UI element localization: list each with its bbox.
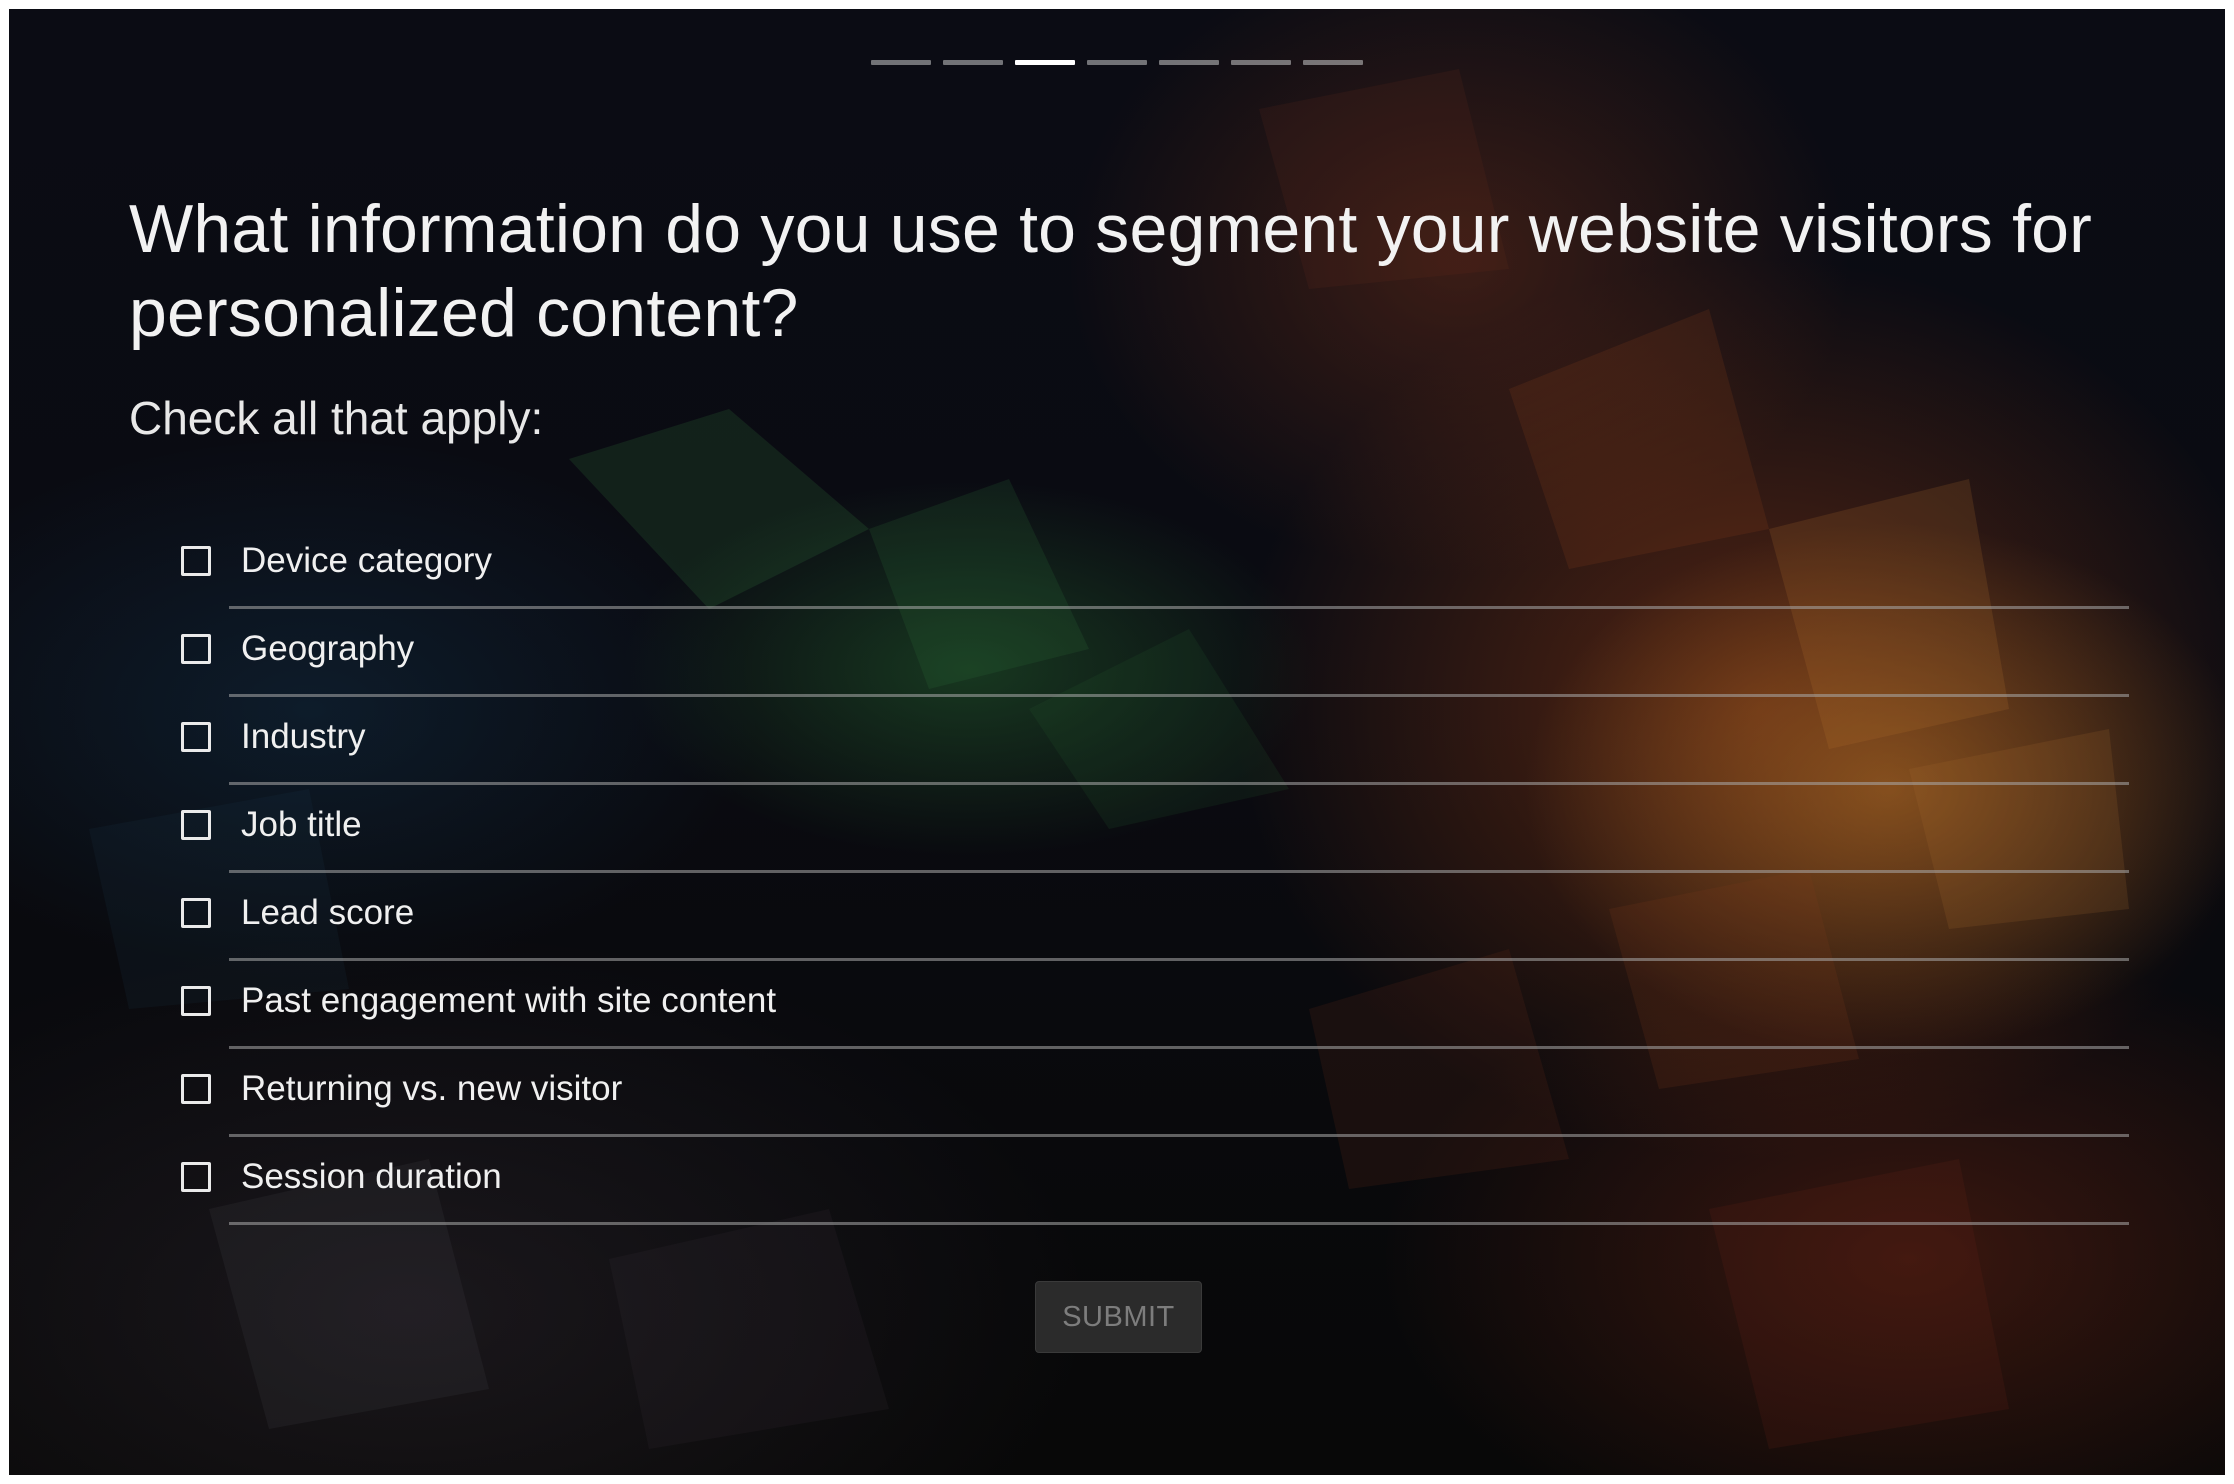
checkbox[interactable]	[181, 898, 211, 928]
option-row[interactable]: Past engagement with site content	[169, 961, 2129, 1049]
option-label: Lead score	[241, 893, 415, 932]
option-row[interactable]: Returning vs. new visitor	[169, 1049, 2129, 1137]
progress-step-7	[1303, 60, 1363, 65]
option-row[interactable]: Geography	[169, 609, 2129, 697]
progress-step-5	[1159, 60, 1219, 65]
option-row[interactable]: Device category	[169, 521, 2129, 609]
option-row[interactable]: Lead score	[169, 873, 2129, 961]
progress-step-4	[1087, 60, 1147, 65]
option-divider	[229, 1222, 2129, 1225]
progress-indicator	[871, 60, 1363, 65]
checkbox[interactable]	[181, 634, 211, 664]
checkbox[interactable]	[181, 1162, 211, 1192]
option-row[interactable]: Job title	[169, 785, 2129, 873]
submit-button[interactable]: SUBMIT	[1035, 1281, 1202, 1353]
checkbox[interactable]	[181, 986, 211, 1016]
progress-step-2	[943, 60, 1003, 65]
option-label: Past engagement with site content	[241, 981, 777, 1020]
checkbox[interactable]	[181, 810, 211, 840]
option-label: Geography	[241, 629, 415, 668]
progress-step-1	[871, 60, 931, 65]
progress-step-3	[1015, 60, 1075, 65]
option-label: Session duration	[241, 1157, 502, 1196]
survey-frame: What information do you use to segment y…	[9, 9, 2225, 1475]
option-label: Device category	[241, 541, 492, 580]
option-label: Industry	[241, 717, 366, 756]
options-list: Device category Geography Industry Job titl…	[169, 521, 2129, 1225]
question-title: What information do you use to segment y…	[129, 191, 2093, 351]
checkbox[interactable]	[181, 1074, 211, 1104]
option-label: Job title	[241, 805, 362, 844]
option-label: Returning vs. new visitor	[241, 1069, 623, 1108]
option-row[interactable]: Session duration	[169, 1137, 2129, 1225]
checkbox[interactable]	[181, 546, 211, 576]
option-row[interactable]: Industry	[169, 697, 2129, 785]
checkbox[interactable]	[181, 722, 211, 752]
survey-content: What information do you use to segment y…	[9, 9, 2225, 1475]
progress-step-6	[1231, 60, 1291, 65]
question-instructions: Check all that apply:	[129, 392, 544, 444]
